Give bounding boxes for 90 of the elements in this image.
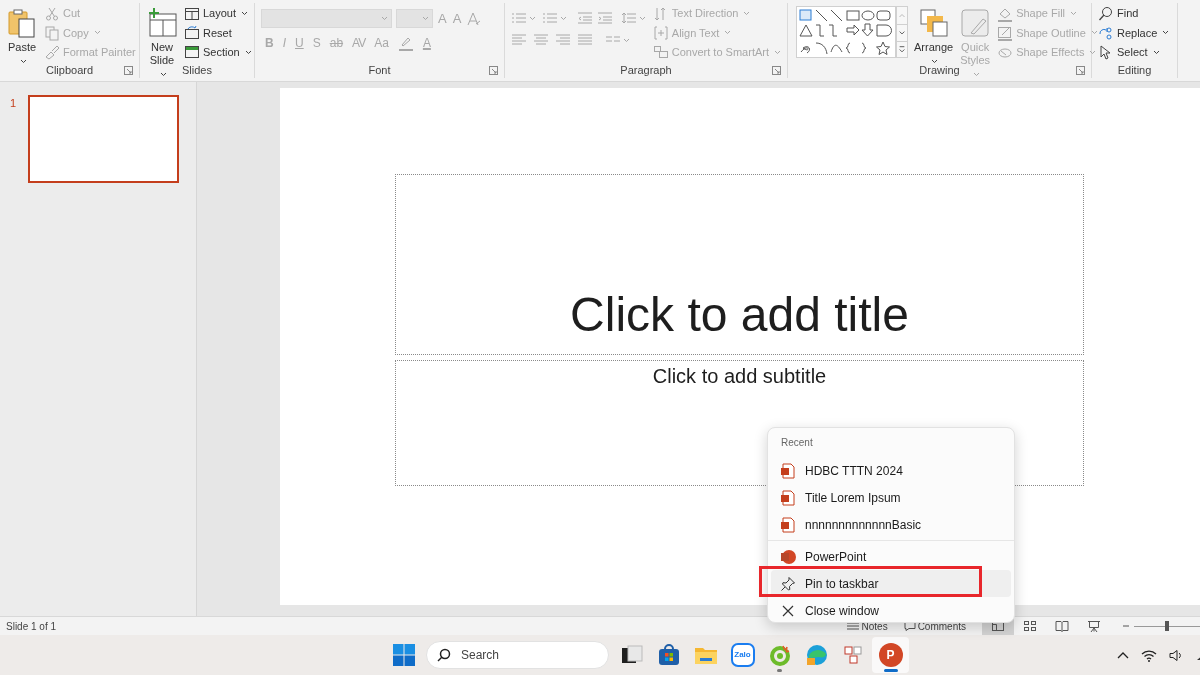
group-label: Slides	[182, 62, 212, 78]
chevron-icon	[1090, 30, 1098, 36]
ribbon-button[interactable]: Arrange	[914, 3, 954, 62]
search-icon	[1098, 5, 1114, 22]
menu-item[interactable]: nnnnnnnnnnnnnBasic	[771, 511, 1011, 538]
app-logo[interactable]: P	[878, 643, 903, 667]
comment-icon	[903, 621, 916, 631]
chevron-icon	[639, 15, 646, 21]
chevron-icon	[159, 71, 167, 77]
new-slide-icon	[146, 7, 178, 39]
ribbon-button[interactable]: Find	[1098, 4, 1170, 24]
wifi-icon[interactable]	[1141, 648, 1157, 662]
slide-sorter-icon	[1022, 618, 1038, 634]
slide-number: 1	[10, 96, 18, 111]
chevron-icon	[623, 37, 630, 43]
chevron-icon	[244, 49, 252, 55]
search-field[interactable]: Search	[426, 641, 609, 669]
search-icon	[437, 648, 451, 662]
chevron-icon	[931, 58, 939, 64]
scissors-icon	[44, 5, 60, 22]
projector-icon	[1086, 618, 1102, 634]
windows-start-icon[interactable]	[393, 644, 415, 666]
ribbon-button[interactable]: Paste	[6, 3, 38, 62]
slide-thumbnail[interactable]	[28, 95, 179, 183]
slide-counter: Slide 1 of 1	[5, 619, 57, 634]
menu-item[interactable]: PowerPoint	[771, 543, 1011, 570]
quick-styles-icon	[959, 7, 992, 39]
chevron-icon	[560, 15, 567, 21]
title-text: Click to add title	[570, 287, 909, 343]
dialog-launcher-icon[interactable]	[124, 66, 133, 75]
paintbrush-icon	[44, 44, 60, 61]
chevron-icon	[381, 16, 388, 21]
ribbon-button[interactable]: Replace	[1098, 23, 1170, 43]
chevron-icon	[774, 49, 781, 55]
group-label: Editing	[1117, 62, 1152, 78]
pin-icon	[780, 575, 796, 592]
ring-icon[interactable]	[767, 643, 792, 667]
ribbon-button[interactable]: Select	[1098, 42, 1170, 62]
shape-outline-icon	[997, 25, 1014, 41]
store-bag-icon[interactable]	[656, 643, 681, 667]
app-logo[interactable]: Zalo	[730, 643, 755, 667]
chevron-icon	[724, 30, 732, 36]
smartart-icon	[652, 44, 669, 61]
chevron-icon	[1089, 49, 1097, 55]
ribbon-button[interactable]: New Slide	[146, 3, 178, 62]
copy-icon	[44, 25, 60, 41]
taskbar-button[interactable]: P	[872, 637, 909, 673]
zoom-slider[interactable]	[1134, 621, 1200, 631]
clipboard-icon	[6, 7, 38, 39]
chevron-icon	[422, 16, 429, 21]
shapes-gallery[interactable]	[796, 6, 896, 58]
chevron-icon	[972, 71, 980, 77]
section-icon	[184, 44, 200, 61]
chevron-icon	[241, 11, 249, 17]
chevron-icon	[1070, 11, 1078, 17]
arrange-icon	[917, 7, 950, 39]
replace-icon	[1098, 25, 1114, 41]
group-label: Font	[368, 62, 391, 78]
chevron-icon	[743, 11, 751, 17]
chevron-icon	[93, 30, 101, 36]
group-label: Drawing	[919, 62, 960, 78]
volume-icon[interactable]	[1169, 648, 1183, 662]
chevron-icon	[1152, 49, 1160, 55]
subtitle-text: Click to add subtitle	[652, 364, 827, 388]
ribbon-button[interactable]: Reset	[184, 23, 252, 43]
swirl-icon[interactable]	[804, 643, 829, 667]
chevron-icon	[1162, 30, 1170, 36]
chevron-icon	[19, 58, 27, 64]
presentation-file-icon	[780, 516, 796, 533]
chevron-icon	[529, 15, 536, 21]
book-icon	[1054, 618, 1070, 634]
align-text-icon	[652, 25, 669, 41]
title-placeholder[interactable]: Click to add title	[395, 174, 1084, 355]
presentation-file-icon	[780, 462, 796, 479]
dialog-launcher-icon[interactable]	[1076, 66, 1085, 75]
menu-header: Recent	[780, 436, 814, 450]
notes-icon	[845, 621, 860, 631]
layout-icon	[184, 5, 200, 22]
group-label: Paragraph	[620, 62, 672, 78]
zoom-thumb[interactable]	[1165, 621, 1169, 631]
presentation-file-icon	[780, 489, 796, 506]
chevron-up-icon[interactable]	[1117, 651, 1129, 659]
menu-item[interactable]: Title Lorem Ipsum	[771, 484, 1011, 511]
group-label: Clipboard	[45, 62, 94, 78]
ribbon-button[interactable]: Layout	[184, 4, 252, 24]
ribbon-button[interactable]: Section	[184, 42, 252, 62]
powerpoint-icon	[780, 548, 796, 565]
menu-item[interactable]: HDBC TTTN 2024	[771, 457, 1011, 484]
zoom-out-icon	[1122, 622, 1130, 630]
reset-icon	[184, 25, 200, 41]
